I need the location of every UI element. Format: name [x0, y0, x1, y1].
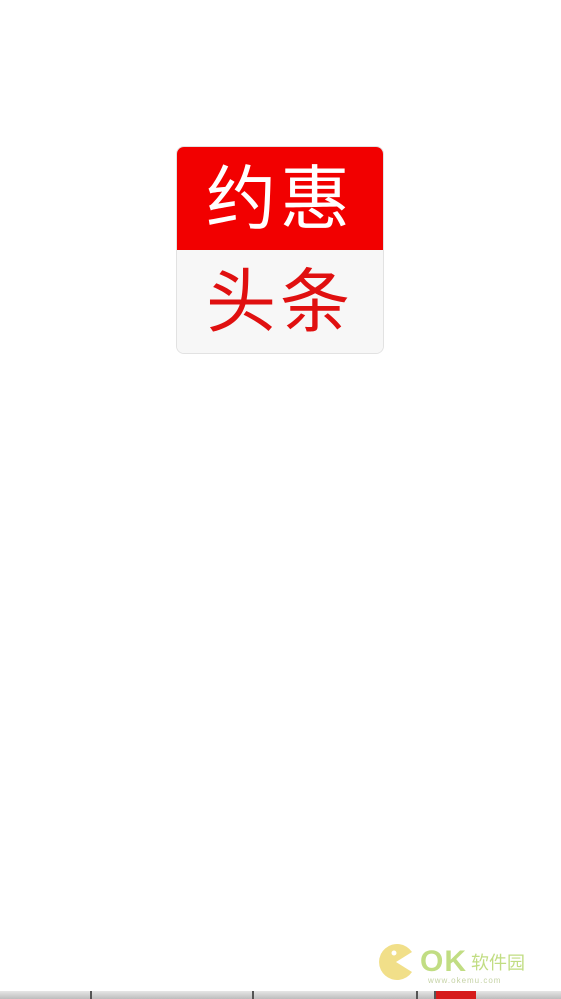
watermark-site-name: 软件园: [471, 953, 525, 974]
splash-screen: 约惠 头条 OK 软件园 www.okemu.com: [0, 0, 561, 999]
logo-top-text: 约惠: [206, 157, 354, 240]
watermark-ok-text: OK: [420, 945, 467, 978]
taskbar-segment: [0, 991, 92, 999]
taskbar-segment: [92, 991, 254, 999]
taskbar-red-segment: [436, 991, 476, 999]
logo-bottom-text: 头条: [206, 260, 354, 343]
taskbar-segment: [418, 991, 436, 999]
logo-top-panel: 约惠: [177, 147, 383, 250]
pacman-icon: [376, 942, 416, 982]
watermark-url: www.okemu.com: [428, 976, 502, 985]
bottom-taskbar-strip: [0, 991, 561, 999]
logo-bottom-panel: 头条: [177, 250, 383, 353]
taskbar-segment: [254, 991, 418, 999]
taskbar-segment: [476, 991, 561, 999]
app-logo: 约惠 头条: [176, 146, 384, 354]
